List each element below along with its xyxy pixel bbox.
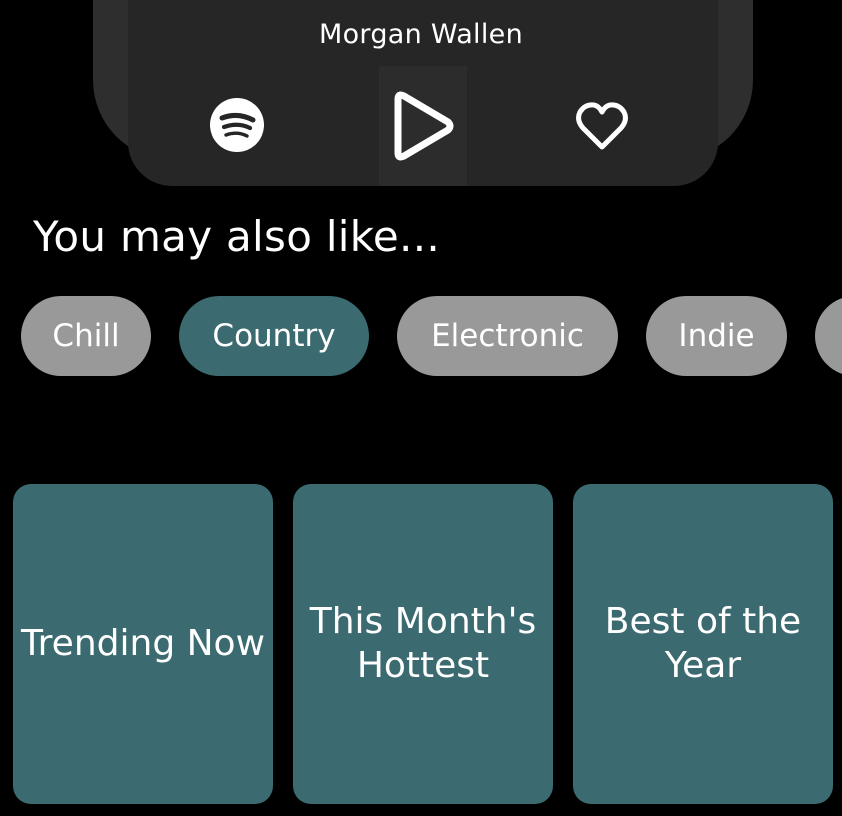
spotify-button[interactable] — [206, 94, 268, 156]
play-button[interactable] — [383, 86, 459, 166]
genre-chip-country[interactable]: Country — [179, 296, 369, 376]
genre-chip-electronic[interactable]: Electronic — [397, 296, 618, 376]
playlist-tile-label: Trending Now — [20, 623, 266, 664]
heart-icon — [576, 102, 628, 150]
artist-name: Morgan Wallen — [319, 19, 523, 50]
genre-chip-label: Indie — [678, 318, 755, 354]
section-heading: You may also like... — [33, 212, 440, 261]
track-title-clip — [0, 0, 842, 8]
genre-chip-indie[interactable]: Indie — [646, 296, 787, 376]
playlist-tile-label: This Month's Hottest — [309, 601, 537, 686]
genre-chip-label: Chill — [52, 318, 120, 354]
genre-chip-chill[interactable]: Chill — [21, 296, 151, 376]
playlist-tile-best-of-the-year[interactable]: Best of the Year — [573, 484, 833, 804]
genre-chip-label: Electronic — [431, 318, 584, 354]
playlist-tile-this-months-hottest[interactable]: This Month's Hottest — [293, 484, 553, 804]
play-icon — [394, 91, 454, 161]
playlist-tile-label: Best of the Year — [604, 601, 802, 686]
genre-chip-partial[interactable] — [815, 296, 842, 376]
playlist-tile-trending-now[interactable]: Trending Now — [13, 484, 273, 804]
genre-chip-label: Country — [212, 318, 336, 354]
like-button[interactable] — [570, 96, 634, 156]
app-screen: Morgan Wallen You may also like... Chill… — [0, 0, 842, 816]
spotify-icon — [210, 98, 264, 152]
